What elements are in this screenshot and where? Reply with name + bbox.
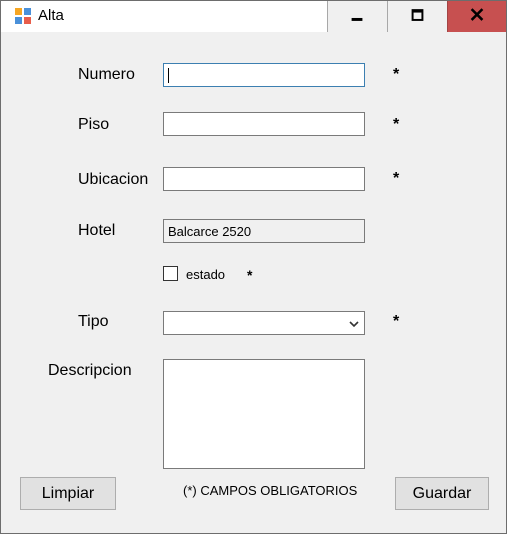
app-form-icon [15, 8, 31, 24]
hotel-field: Balcarce 2520 [163, 219, 365, 243]
numero-label: Numero [78, 66, 135, 83]
piso-label: Piso [78, 116, 110, 133]
ubicacion-label: Ubicacion [78, 171, 149, 188]
estado-label[interactable]: estado [186, 267, 225, 282]
window-title: Alta [38, 7, 64, 24]
maximize-icon [411, 9, 424, 21]
title-bar[interactable]: Alta [1, 1, 506, 32]
alta-window: Alta Numero * Piso * Ubicacion * Hotel B… [0, 0, 507, 534]
piso-input[interactable] [163, 112, 365, 136]
numero-required-mark: * [393, 66, 400, 83]
required-fields-note: (*) CAMPOS OBLIGATORIOS [183, 483, 358, 498]
close-button[interactable] [447, 1, 506, 32]
save-button[interactable]: Guardar [395, 477, 489, 510]
tipo-required-mark: * [393, 313, 400, 330]
estado-checkbox[interactable] [163, 266, 178, 281]
clear-button[interactable]: Limpiar [20, 477, 116, 510]
numero-input[interactable] [163, 63, 365, 87]
ubicacion-input[interactable] [163, 167, 365, 191]
piso-required-mark: * [393, 116, 400, 133]
minimize-button[interactable] [327, 1, 387, 32]
text-caret [168, 68, 169, 83]
close-icon [470, 8, 484, 21]
chevron-down-icon [349, 321, 359, 328]
ubicacion-required-mark: * [393, 170, 400, 187]
tipo-dropdown[interactable] [163, 311, 365, 335]
maximize-button[interactable] [387, 1, 447, 32]
minimize-icon [351, 17, 363, 21]
estado-required-mark: * [247, 267, 253, 283]
hotel-label: Hotel [78, 222, 116, 239]
descripcion-label: Descripcion [48, 362, 132, 379]
tipo-label: Tipo [78, 313, 109, 330]
descripcion-textarea[interactable] [163, 359, 365, 469]
